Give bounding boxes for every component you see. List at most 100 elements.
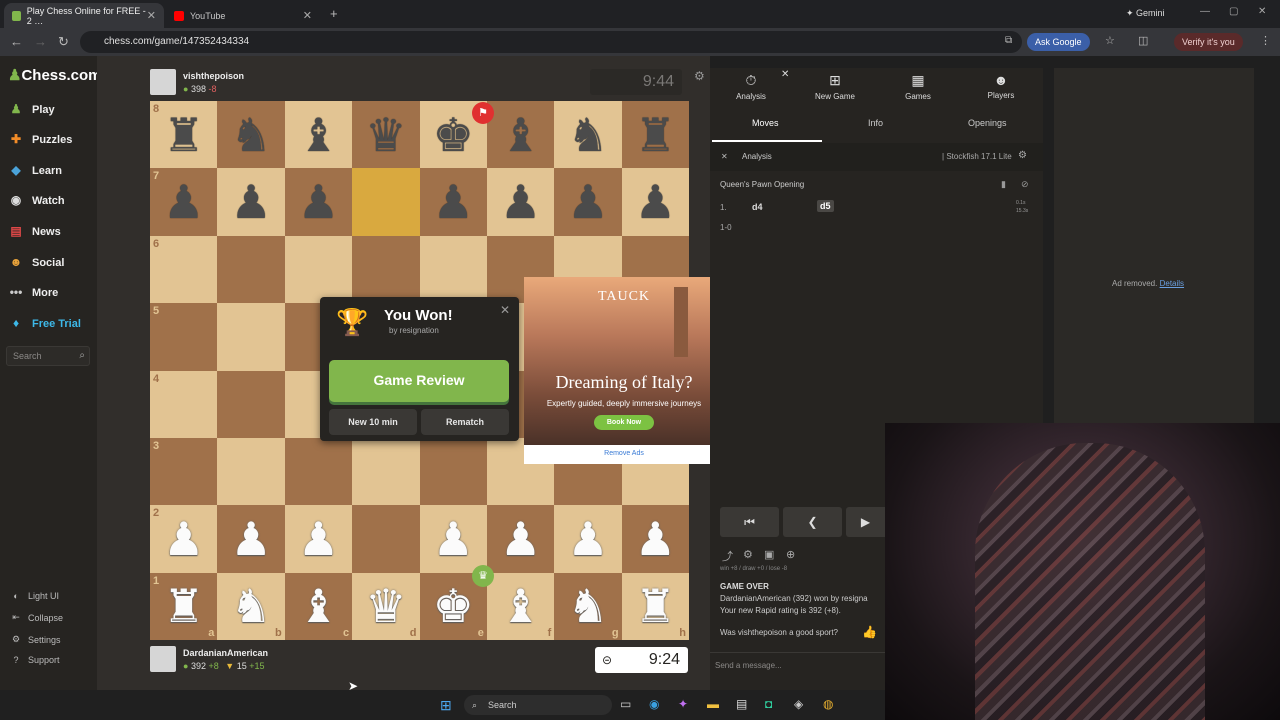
close-tab-icon[interactable]: ✕: [147, 9, 156, 22]
tab-players[interactable]: ☻ Players: [962, 72, 1040, 100]
square-g1[interactable]: g ♞: [554, 572, 622, 640]
taskbar-search[interactable]: ⌕ Search: [464, 695, 612, 715]
maximize-icon[interactable]: ▢: [1229, 6, 1238, 17]
sidebar-item-social[interactable]: ☻ Social: [8, 252, 65, 274]
chrome-icon[interactable]: ◍: [823, 697, 833, 711]
square-a2[interactable]: 2 ♟: [150, 505, 218, 573]
square-g8[interactable]: ♞: [554, 101, 622, 169]
black-knight-piece[interactable]: ♞: [554, 101, 621, 168]
white-pawn-piece[interactable]: ♟: [487, 505, 554, 572]
light-ui-toggle[interactable]: ◐ Light UI: [10, 591, 59, 601]
white-knight-piece[interactable]: ♞: [554, 573, 621, 640]
sidebar-item-play[interactable]: ♟ Play: [8, 99, 55, 121]
close-tab-icon[interactable]: ✕: [303, 9, 312, 22]
analysis-tool-icon[interactable]: ⚙: [743, 548, 753, 561]
black-bishop-piece[interactable]: ♝: [487, 101, 554, 168]
steam-icon[interactable]: ◈: [794, 697, 803, 711]
message-input[interactable]: Send a message...: [710, 652, 885, 678]
square-e3[interactable]: [419, 437, 487, 506]
menu-dots-icon[interactable]: ⋮: [1260, 34, 1271, 47]
white-pawn-piece[interactable]: ♟: [420, 505, 487, 572]
square-d2[interactable]: [352, 505, 420, 573]
sidebar-item-more[interactable]: ••• More: [8, 282, 59, 304]
square-a6[interactable]: 6: [150, 235, 218, 304]
avatar[interactable]: [150, 646, 176, 672]
square-b1[interactable]: b ♞: [217, 572, 285, 640]
sidepanel-icon[interactable]: ◫: [1138, 34, 1148, 47]
square-g7[interactable]: ♟: [554, 168, 622, 236]
subtab-openings[interactable]: Openings: [968, 118, 1007, 128]
black-pawn-piece[interactable]: ♟: [285, 168, 352, 235]
square-d8[interactable]: ♛: [352, 101, 420, 169]
close-panel-icon[interactable]: ✕: [781, 69, 789, 80]
book-icon[interactable]: ▮: [1001, 179, 1006, 190]
edge-icon[interactable]: ◉: [649, 697, 659, 711]
move-white[interactable]: d4: [752, 202, 763, 212]
move-black[interactable]: d5: [817, 200, 834, 212]
gemini-button[interactable]: ✦ Gemini: [1126, 8, 1165, 19]
bottom-player-name[interactable]: DardanianAmerican: [183, 648, 268, 658]
advertisement[interactable]: TAUCK Dreaming of Italy? Expertly guided…: [524, 277, 724, 464]
black-pawn-piece[interactable]: ♟: [622, 168, 689, 235]
square-h8[interactable]: ♜: [621, 101, 689, 169]
square-e6[interactable]: [419, 235, 487, 304]
new-game-button[interactable]: New 10 min: [329, 409, 417, 435]
white-pawn-piece[interactable]: ♟: [285, 505, 352, 572]
white-bishop-piece[interactable]: ♝: [285, 573, 352, 640]
file-explorer-icon[interactable]: ▬: [707, 697, 719, 711]
minimize-icon[interactable]: —: [1200, 6, 1210, 17]
square-a3[interactable]: 3: [150, 437, 218, 506]
board-settings-gear-icon[interactable]: ⚙: [694, 69, 705, 83]
sidebar-item-news[interactable]: ▤ News: [8, 221, 60, 243]
square-b2[interactable]: ♟: [217, 505, 285, 573]
square-e7[interactable]: ♟: [419, 168, 487, 236]
thumbs-up-icon[interactable]: 👍: [862, 625, 877, 639]
white-rook-piece[interactable]: ♜: [622, 573, 689, 640]
prev-move-button[interactable]: ❮: [783, 507, 842, 537]
square-h7[interactable]: ♟: [621, 168, 689, 236]
square-c7[interactable]: ♟: [284, 168, 353, 236]
first-move-button[interactable]: ⏮: [720, 507, 779, 537]
square-f7[interactable]: ♟: [486, 168, 555, 236]
square-a4[interactable]: 4: [150, 370, 218, 438]
black-pawn-piece[interactable]: ♟: [554, 168, 621, 235]
forward-icon[interactable]: →: [34, 34, 47, 49]
remove-ads-link[interactable]: Remove Ads: [524, 450, 724, 457]
square-a1[interactable]: 1 a ♜: [150, 572, 218, 640]
white-pawn-piece[interactable]: ♟: [217, 505, 284, 572]
tab-games[interactable]: ▦ Games: [879, 72, 957, 101]
rematch-button[interactable]: Rematch: [421, 409, 509, 435]
square-d6[interactable]: [352, 235, 420, 304]
square-d1[interactable]: d ♛: [352, 572, 420, 640]
subtab-info[interactable]: Info: [868, 118, 883, 128]
subtab-moves[interactable]: Moves: [752, 118, 779, 128]
black-pawn-piece[interactable]: ♟: [217, 168, 284, 235]
top-player-name[interactable]: vishthepoison: [183, 71, 244, 81]
next-move-button[interactable]: ▶: [846, 507, 885, 537]
black-pawn-piece[interactable]: ♟: [420, 168, 487, 235]
tab-new-game[interactable]: ⊞ New Game: [796, 72, 874, 101]
square-g2[interactable]: ♟: [554, 505, 622, 573]
image-icon[interactable]: ▣: [764, 548, 774, 561]
tab-chess[interactable]: Play Chess Online for FREE - 2 … ✕: [4, 3, 164, 28]
square-e2[interactable]: ♟: [419, 505, 487, 573]
square-a7[interactable]: 7 ♟: [150, 168, 218, 236]
reload-icon[interactable]: ↻: [58, 34, 69, 50]
collapse-button[interactable]: ⇤ Collapse: [10, 612, 63, 623]
white-bishop-piece[interactable]: ♝: [487, 573, 554, 640]
square-f1[interactable]: f ♝: [486, 572, 555, 640]
square-c8[interactable]: ♝: [284, 101, 353, 169]
game-review-button[interactable]: Game Review: [329, 360, 509, 402]
support-button[interactable]: ? Support: [10, 655, 59, 665]
square-f8[interactable]: ♝: [486, 101, 555, 169]
engine-settings-gear-icon[interactable]: ⚙: [1018, 150, 1027, 161]
ask-google-button[interactable]: Ask Google: [1027, 33, 1090, 51]
square-b3[interactable]: [217, 437, 285, 506]
square-b4[interactable]: [217, 370, 285, 438]
share-icon[interactable]: ⤴: [722, 548, 733, 564]
task-view-icon[interactable]: ▭: [620, 697, 631, 711]
black-knight-piece[interactable]: ♞: [217, 101, 284, 168]
sidebar-item-free-trial[interactable]: ♦ Free Trial: [8, 313, 81, 335]
bookmark-star-icon[interactable]: ☆: [1105, 34, 1115, 47]
square-c1[interactable]: c ♝: [284, 572, 353, 640]
